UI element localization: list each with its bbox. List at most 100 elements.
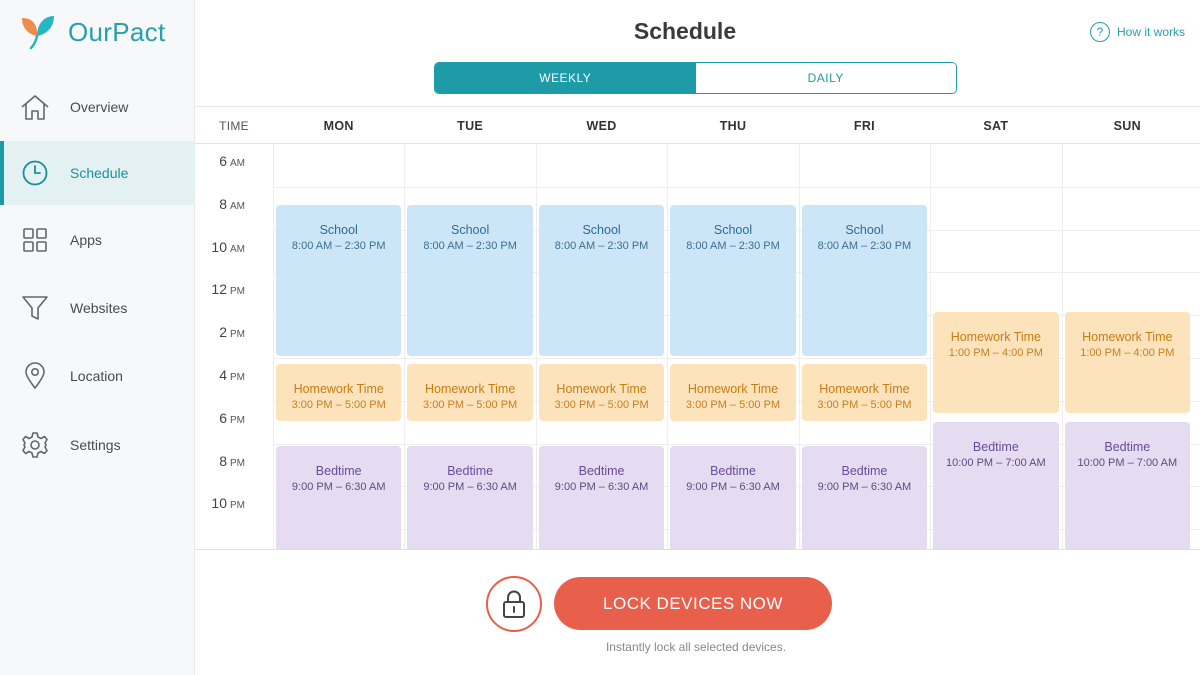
event-school-mon[interactable]: School 8:00 AM – 2:30 PM [276, 205, 402, 356]
time-label-period: AM [230, 200, 245, 212]
event-name: Homework Time [293, 382, 384, 396]
event-name: Homework Time [687, 382, 779, 396]
event-name: School [582, 223, 621, 237]
event-time: 9:00 PM – 6:30 AM [291, 481, 386, 493]
lock-icon-button[interactable] [486, 576, 542, 632]
event-time: 1:00 PM – 4:00 PM [948, 347, 1043, 359]
event-hw-sun[interactable]: Homework Time 1:00 PM – 4:00 PM [1064, 312, 1190, 413]
sidebar-item-location[interactable]: Location [0, 344, 195, 408]
event-name: Homework Time [819, 382, 910, 396]
tab-daily[interactable]: DAILY [695, 63, 956, 93]
time-label: 10 AM [195, 239, 245, 255]
event-hw-wed[interactable]: Homework Time 3:00 PM – 5:00 PM [538, 364, 665, 421]
how-it-works-label: How it works [1117, 25, 1186, 39]
time-label: 4 PM [195, 367, 245, 383]
time-label-hour: 8 [219, 195, 227, 212]
column-divider [798, 144, 800, 549]
day-header-wed: WED [586, 118, 617, 133]
event-time: 8:00 AM – 2:30 PM [817, 240, 912, 252]
sidebar-item-websites[interactable]: Websites [0, 276, 195, 340]
sidebar-item-schedule[interactable]: Schedule [0, 141, 195, 205]
event-bed-mon[interactable]: Bedtime 9:00 PM – 6:30 AM [276, 446, 402, 549]
event-name: Bedtime [1104, 440, 1151, 454]
page-title: Schedule [633, 18, 737, 44]
filter-icon [20, 293, 50, 323]
event-time: 9:00 PM – 6:30 AM [423, 481, 517, 493]
sidebar-item-label: Overview [70, 99, 129, 115]
event-school-wed[interactable]: School 8:00 AM – 2:30 PM [538, 205, 665, 356]
column-divider [1061, 144, 1063, 549]
column-divider [273, 144, 274, 549]
app-root: OurPact Overview Schedule Apps Websites … [0, 0, 1200, 675]
column-divider [930, 144, 932, 549]
logo-text: OurPact [68, 16, 166, 47]
sidebar-item-overview[interactable]: Overview [0, 75, 195, 139]
leaf-logo-icon [18, 14, 58, 50]
event-time: 8:00 AM – 2:30 PM [423, 240, 517, 252]
event-bed-thu[interactable]: Bedtime 9:00 PM – 6:30 AM [670, 446, 796, 549]
clock-icon [20, 158, 50, 188]
event-bed-fri[interactable]: Bedtime 9:00 PM – 6:30 AM [801, 446, 928, 549]
time-label: 6 AM [195, 153, 245, 169]
time-label-period: PM [230, 414, 245, 426]
event-name: Bedtime [315, 464, 362, 478]
sidebar-item-settings[interactable]: Settings [0, 413, 195, 477]
day-header-mon: MON [323, 118, 354, 133]
time-label-period: PM [230, 286, 245, 298]
event-time: 10:00 PM – 7:00 AM [946, 457, 1046, 469]
event-time: 10:00 PM – 7:00 AM [1077, 457, 1178, 469]
row-divider [273, 186, 1200, 188]
time-label-period: PM [230, 329, 245, 341]
event-name: Homework Time [556, 382, 647, 396]
event-name: Homework Time [424, 382, 516, 396]
schedule-grid: TIME MON TUE WED THU FRI SAT SUN 6 AM 8 AM 10 AM 12 PM… [195, 106, 1200, 550]
column-divider [404, 144, 406, 549]
lock-devices-now-button[interactable]: LOCK DEVICES NOW [554, 577, 832, 630]
time-label-period: AM [230, 158, 245, 169]
event-time: 3:00 PM – 5:00 PM [554, 399, 649, 411]
tab-weekly[interactable]: WEEKLY [435, 63, 696, 93]
event-time: 8:00 AM – 2:30 PM [554, 240, 649, 252]
event-bed-tue[interactable]: Bedtime 9:00 PM – 6:30 AM [407, 446, 533, 549]
grid-icon [20, 225, 50, 255]
time-label-hour: 2 [219, 324, 227, 341]
time-label: 8 PM [195, 453, 245, 469]
time-label-period: PM [230, 372, 245, 383]
event-bed-sat[interactable]: Bedtime 10:00 PM – 7:00 AM [933, 422, 1059, 549]
event-name: Homework Time [1082, 330, 1173, 344]
event-bed-wed[interactable]: Bedtime 9:00 PM – 6:30 AM [538, 446, 665, 549]
event-bed-sun[interactable]: Bedtime 10:00 PM – 7:00 AM [1064, 422, 1190, 549]
time-label-period: PM [230, 500, 245, 512]
event-time: 9:00 PM – 6:30 AM [686, 481, 780, 493]
event-hw-tue[interactable]: Homework Time 3:00 PM – 5:00 PM [407, 364, 533, 421]
event-name: Bedtime [972, 440, 1019, 454]
time-label: 8 AM [195, 196, 245, 212]
time-label-hour: 8 [219, 452, 227, 469]
event-school-tue[interactable]: School 8:00 AM – 2:30 PM [407, 205, 533, 356]
event-hw-sat[interactable]: Homework Time 1:00 PM – 4:00 PM [933, 312, 1059, 413]
event-time: 3:00 PM – 5:00 PM [291, 399, 386, 411]
question-icon: ? [1090, 22, 1110, 42]
logo[interactable]: OurPact [18, 14, 165, 50]
event-hw-mon[interactable]: Homework Time 3:00 PM – 5:00 PM [276, 364, 402, 421]
time-label: 6 PM [195, 410, 245, 426]
day-header-fri: FRI [853, 118, 875, 133]
how-it-works-link[interactable]: ? How it works [1090, 22, 1185, 42]
event-name: School [845, 223, 884, 237]
event-hw-fri[interactable]: Homework Time 3:00 PM – 5:00 PM [801, 364, 928, 421]
event-school-fri[interactable]: School 8:00 AM – 2:30 PM [801, 205, 928, 356]
event-time: 1:00 PM – 4:00 PM [1080, 347, 1175, 359]
time-label: 12 PM [195, 281, 245, 297]
time-label: 2 PM [195, 324, 245, 340]
time-label-period: PM [230, 457, 245, 469]
time-column-header: TIME [219, 118, 249, 133]
event-time: 3:00 PM – 5:00 PM [685, 399, 781, 411]
event-time: 8:00 AM – 2:30 PM [291, 240, 386, 252]
sidebar-item-apps[interactable]: Apps [0, 208, 195, 272]
event-time: 8:00 AM – 2:30 PM [686, 240, 780, 252]
event-name: School [451, 223, 490, 237]
event-school-thu[interactable]: School 8:00 AM – 2:30 PM [670, 205, 796, 356]
event-name: Bedtime [710, 464, 756, 478]
event-hw-thu[interactable]: Homework Time 3:00 PM – 5:00 PM [670, 364, 796, 421]
event-name: School [713, 223, 753, 237]
